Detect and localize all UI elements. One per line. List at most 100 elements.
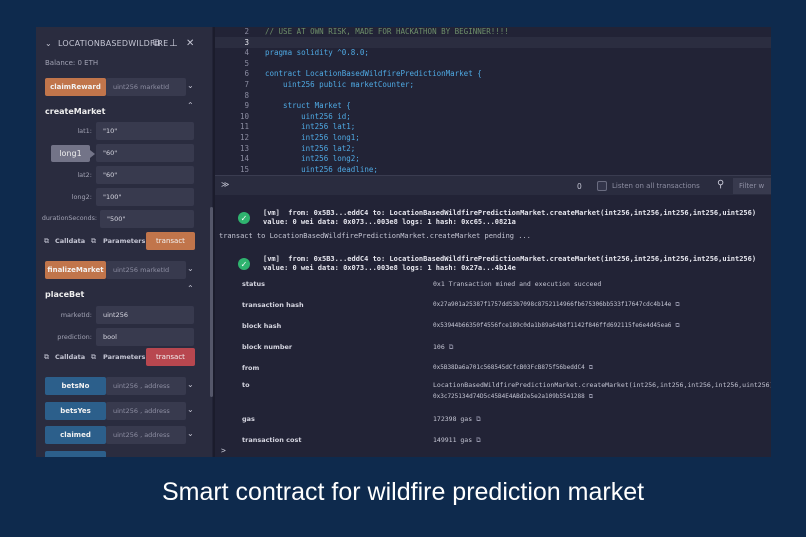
line-number: 9: [244, 101, 249, 111]
receipt-key: block hash: [242, 322, 282, 330]
terminal-output[interactable]: ✓ [vm] from: 0x5B3...eddC4 to: LocationB…: [215, 195, 771, 457]
line-number: 8: [244, 90, 249, 100]
next-function-button[interactable]: [45, 451, 106, 457]
parameters-button[interactable]: Parameters: [103, 353, 145, 361]
chevron-up-icon[interactable]: ⌃: [187, 284, 194, 293]
create-market-transact-button[interactable]: transact: [146, 232, 195, 250]
copy-icon[interactable]: ⧉: [91, 353, 96, 362]
param-input-duration[interactable]: "500": [100, 210, 194, 228]
listen-checkbox[interactable]: [597, 181, 607, 191]
pending-message: transact to LocationBasedWildfirePredict…: [219, 232, 531, 240]
copy-icon[interactable]: ⧉: [153, 38, 160, 49]
copy-icon[interactable]: ⧉: [675, 301, 679, 308]
code-line: int256 lat2;: [265, 143, 356, 153]
receipt-value: 106 ⧉: [433, 343, 454, 351]
search-icon[interactable]: ⚲: [717, 179, 724, 190]
copy-icon[interactable]: ⧉: [589, 393, 593, 400]
code-editor[interactable]: 2 // USE AT OWN RISK, MADE FOR HACKATHON…: [215, 27, 771, 175]
copy-icon[interactable]: ⧉: [675, 322, 679, 329]
claim-reward-input[interactable]: uint256 marketId: [106, 78, 186, 96]
copy-icon[interactable]: ⧉: [476, 436, 481, 444]
line-number: 4: [244, 48, 249, 58]
code-line: // USE AT OWN RISK, MADE FOR HACKATHON B…: [265, 27, 509, 36]
receipt-value: LocationBasedWildfirePredictionMarket.cr…: [433, 381, 771, 389]
receipt-value: 0x3c725134d74D5c45B4E4ABd2e5e2a109b55412…: [433, 393, 594, 400]
chevron-down-icon[interactable]: ⌄: [187, 380, 194, 389]
line-number: 12: [239, 133, 249, 142]
close-icon[interactable]: ✕: [186, 38, 194, 49]
param-label-lat1: lat1:: [77, 127, 92, 135]
copy-icon[interactable]: ⧉: [589, 364, 593, 371]
copy-icon[interactable]: ⧉: [44, 353, 49, 362]
chevron-down-icon[interactable]: ⌄: [187, 405, 194, 414]
param-input-lat1[interactable]: "10": [96, 122, 194, 140]
receipt-value: 172398 gas ⧉: [433, 415, 481, 423]
copy-icon[interactable]: ⧉: [44, 237, 49, 246]
tx1-summary[interactable]: [vm] from: 0x5B3...eddC4 to: LocationBas…: [263, 209, 771, 217]
contract-instance-title: LOCATIONBASEDWILDFIRE: [58, 39, 169, 48]
copy-icon[interactable]: ⧉: [449, 343, 454, 351]
finalize-market-input[interactable]: uint256 marketId: [106, 261, 186, 279]
terminal-prompt[interactable]: >: [221, 446, 226, 455]
receipt-key: from: [242, 364, 260, 372]
code-line: uint256 public marketCounter;: [265, 80, 415, 89]
param-label-prediction: prediction:: [57, 333, 92, 341]
success-check-icon: ✓: [238, 258, 250, 270]
line-number: 6: [244, 69, 249, 79]
bets-yes-input[interactable]: uint256 , address: [106, 402, 186, 420]
line-number: 15: [239, 164, 249, 174]
code-line: pragma solidity ^0.8.0;: [265, 48, 369, 58]
bets-no-button[interactable]: betsNo: [45, 377, 106, 395]
create-market-title: createMarket: [45, 107, 106, 116]
claim-reward-button[interactable]: claimReward: [45, 78, 106, 96]
claimed-input[interactable]: uint256 , address: [106, 426, 186, 444]
calldata-button[interactable]: Calldata: [55, 237, 85, 245]
receipt-value: 0x53944b66350f4556fce189c0da1b89a64b8f11…: [433, 322, 680, 329]
line-number: 3: [244, 37, 249, 47]
success-check-icon: ✓: [238, 212, 250, 224]
tx1-details[interactable]: value: 0 wei data: 0x073...003e8 logs: 1…: [263, 218, 516, 226]
chevron-up-icon[interactable]: ⌃: [187, 101, 194, 110]
place-bet-transact-button[interactable]: transact: [146, 348, 195, 366]
receipt-value: 0x1 Transaction mined and execution succ…: [433, 280, 602, 288]
chevron-down-icon[interactable]: ⌄: [45, 39, 52, 48]
param-label-duration: durationSeconds:: [41, 215, 97, 222]
receipt-key: status: [242, 280, 265, 288]
param-input-long1[interactable]: "60": [96, 144, 194, 162]
finalize-market-button[interactable]: finalizeMarket: [45, 261, 106, 279]
filter-input[interactable]: Filter w: [733, 178, 771, 194]
param-input-market-id[interactable]: uint256: [96, 306, 194, 324]
claimed-button[interactable]: claimed: [45, 426, 106, 444]
remix-ide-window: ⌄ LOCATIONBASEDWILDFIRE ⧉ ⊥ ✕ Balance: 0…: [36, 27, 771, 457]
receipt-value: 149911 gas ⧉: [433, 436, 481, 444]
bets-no-input[interactable]: uint256 , address: [106, 377, 186, 395]
caption: Smart contract for wildfire prediction m…: [161, 478, 645, 506]
bets-yes-button[interactable]: betsYes: [45, 402, 106, 420]
code-line: contract LocationBasedWildfirePrediction…: [265, 69, 482, 79]
code-line: int256 long1;: [265, 133, 360, 142]
chevron-down-icon[interactable]: ⌄: [187, 264, 194, 273]
parameters-button[interactable]: Parameters: [103, 237, 145, 245]
param-label-market-id: marketId:: [60, 311, 92, 319]
chevron-down-icon[interactable]: ⌄: [187, 81, 194, 90]
receipt-key: block number: [242, 343, 293, 351]
contract-instance-header[interactable]: ⌄ LOCATIONBASEDWILDFIRE ⧉ ⊥ ✕: [36, 35, 212, 55]
chevron-down-icon[interactable]: ⌄: [187, 429, 194, 438]
tx2-summary[interactable]: [vm] from: 0x5B3...eddC4 to: LocationBas…: [263, 255, 771, 263]
pin-icon[interactable]: ⊥: [169, 38, 178, 49]
param-input-lat2[interactable]: "60": [96, 166, 194, 184]
param-input-long2[interactable]: "100": [96, 188, 194, 206]
calldata-button[interactable]: Calldata: [55, 353, 85, 361]
param-input-prediction[interactable]: bool: [96, 328, 194, 346]
copy-icon[interactable]: ⧉: [476, 415, 481, 423]
balance-label: Balance: 0 ETH: [45, 59, 99, 67]
collapse-terminal-icon[interactable]: ≫: [221, 180, 229, 189]
code-line: struct Market {: [265, 101, 351, 111]
receipt-value: 0x5B38Da6a701c568545dCfcB03FcB875f56bedd…: [433, 364, 594, 371]
line-number: 14: [239, 154, 249, 164]
current-line-highlight: [215, 37, 771, 48]
copy-icon[interactable]: ⧉: [91, 237, 96, 246]
tx2-details[interactable]: value: 0 wei data: 0x073...003e8 logs: 1…: [263, 264, 516, 272]
param-tooltip: long1: [51, 145, 90, 162]
line-number: 13: [239, 143, 249, 153]
